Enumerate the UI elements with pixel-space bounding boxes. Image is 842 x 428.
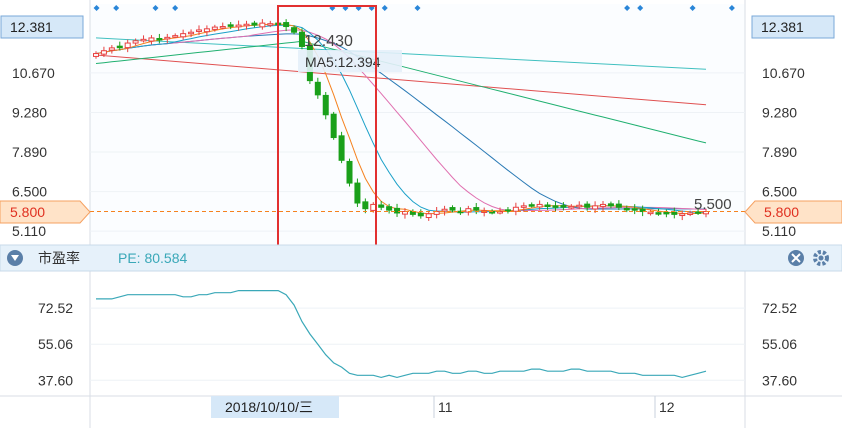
candle-body [560,205,567,208]
stock-chart[interactable]: 10.670 9.280 7.890 6.500 5.110 10.670 9.280 7.… [0,0,842,428]
candle-body [188,31,195,35]
candle-body [259,22,266,28]
pe-y-tick-right: 37.60 [762,372,797,388]
candle-body [584,203,591,208]
candle-body [528,204,535,207]
main-y-tick-left: 6.500 [12,184,47,200]
top-value-left: 12.381 [10,19,53,35]
candle-body [330,113,337,139]
main-y-tick-right: 9.280 [762,104,797,120]
candle-body [671,211,678,215]
candle-body [164,36,171,40]
hover-price-label: 12.430 [304,33,353,50]
current-price-left: 5.800 [10,204,45,220]
price-tag-left: 5.800 [0,200,91,224]
candle-body [322,94,329,116]
candle-body [417,212,424,217]
candle-body [544,204,551,207]
candle-body [362,201,369,210]
candle-body [267,23,274,26]
candle-body [607,203,614,207]
candle-body [425,213,432,219]
candle-body [203,28,210,33]
candle-body [663,211,670,215]
candle-body [346,160,353,184]
candle-body [172,35,179,38]
candle-body [520,205,527,208]
candle-body [512,206,519,212]
candle-body [687,212,694,215]
candle-body [473,207,480,211]
candle-body [283,22,290,28]
main-y-tick-right: 7.890 [762,144,797,160]
candle-body [552,205,559,208]
candle-body [441,208,448,212]
candle-body [211,26,218,30]
close-button[interactable] [788,250,804,266]
candle-body [576,204,583,208]
candle-body [536,203,543,208]
main-y-tick-left: 9.280 [12,104,47,120]
candle-body [615,203,622,208]
candle-body [631,208,638,211]
candle-body [180,33,187,38]
candle-body [386,206,393,211]
main-y-tick-right: 10.670 [762,65,805,81]
candle-body [132,40,139,44]
top-value-right: 12.381 [761,19,804,35]
candle-body [235,24,242,28]
candle-body [243,23,250,27]
month-tick-11: 11 [438,399,453,415]
candle-body [449,207,456,211]
ma5-tooltip-label: MA5:12.394 [305,54,381,70]
main-y-tick-right: 5.110 [762,223,796,239]
main-y-tick-left: 5.110 [12,223,46,239]
pe-y-tick-right: 72.52 [762,300,797,316]
pe-y-tick-right: 55.06 [762,336,797,352]
candle-body [647,211,654,215]
top-value-box-left: 12.381 [0,15,84,39]
pe-y-tick-left: 55.06 [38,336,73,352]
candle-body [93,53,99,57]
pe-y-tick-left: 37.60 [38,372,73,388]
candle-body [156,37,163,41]
candle-body [378,204,385,208]
candle-body [600,203,607,207]
candle-body [623,207,630,211]
candle-body [568,205,575,209]
candle-body [219,26,226,29]
pe-y-ticks-left: 72.52 55.06 37.60 [38,300,73,388]
main-y-tick-right: 6.500 [762,184,797,200]
candle-body [116,45,123,49]
main-y-tick-left: 10.670 [12,65,55,81]
last-value-label: 5.500 [694,196,732,213]
candle-body [679,213,686,217]
pe-y-tick-left: 72.52 [38,300,73,316]
pe-y-ticks-right: 72.52 55.06 37.60 [762,300,797,388]
candle-body [338,135,345,161]
collapse-button[interactable] [7,250,23,266]
pe-value-label: PE: 80.584 [118,250,187,266]
pe-panel-title: 市盈率 [38,250,80,266]
candle-body [148,37,155,42]
month-tick-12: 12 [659,399,675,415]
main-y-tick-left: 7.890 [12,144,47,160]
candle-body [655,212,662,215]
current-price-right: 5.800 [764,204,799,220]
candle-body [140,38,147,42]
candle-body [227,24,234,27]
highlight-date-label: 2018/10/10/三 [225,399,313,415]
candle-body [251,22,258,26]
candle-body [124,42,131,49]
candle-body [354,182,361,204]
candle-body [314,81,321,96]
candle-body [291,27,298,33]
candle-body [195,29,202,32]
price-tag-right: 5.800 [744,200,842,224]
candle-body [108,47,115,51]
candle-body [592,205,599,210]
candle-body [100,50,107,55]
candle-body [394,207,401,214]
top-value-box-right: 12.381 [751,15,835,39]
